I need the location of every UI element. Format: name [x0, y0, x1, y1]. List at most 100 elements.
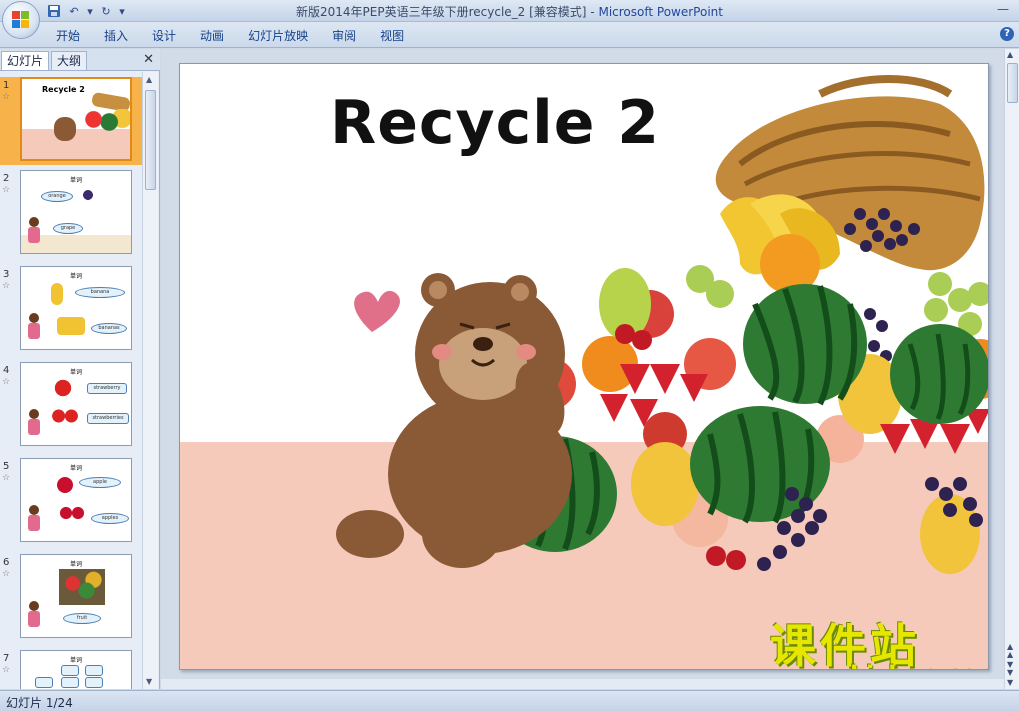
slide-edit-area: Recycle 2 课件站 www.kjzhan.com	[161, 49, 1004, 689]
scroll-up-icon[interactable]: ▲	[1007, 51, 1013, 59]
slide-preview-title: 单词	[69, 273, 82, 280]
apples-image	[57, 503, 87, 523]
word-label	[35, 677, 53, 688]
heart-image	[354, 290, 400, 332]
slide-preview-title: 单词	[69, 657, 82, 664]
slide-number: 7	[3, 653, 10, 664]
word-bubble: grape	[53, 223, 83, 234]
word-bubble: bananas	[91, 323, 127, 334]
star-icon: ☆	[2, 92, 11, 102]
slide-number: 6	[3, 557, 10, 568]
horizontal-scrollbar[interactable]	[161, 679, 1004, 689]
window-title: 新版2014年PEP英语三年级下册recycle_2 [兼容模式] - Micr…	[0, 3, 1019, 20]
ribbon-tabs: 开始 插入 设计 动画 幻灯片放映 审阅 视图	[44, 27, 416, 45]
word-bubble: fruit	[63, 613, 101, 624]
grape-image	[79, 187, 97, 203]
banana-image	[51, 283, 63, 305]
slide-preview: 单词 orange grape	[20, 170, 132, 254]
strawberries-image	[49, 405, 81, 427]
tab-review[interactable]: 审阅	[320, 27, 368, 45]
scroll-up-icon[interactable]: ▲	[146, 75, 152, 84]
slide-preview: 单词 fruit	[20, 554, 132, 638]
slide-preview: 单词 strawberry strawberries	[20, 362, 132, 446]
slide-number: 1	[3, 80, 10, 91]
slides-panel: 幻灯片 大纲 ✕ 1 ☆ Recycle 2 2 ☆ 单词 orange gra…	[0, 49, 160, 689]
scroll-down-icon[interactable]: ▼	[146, 677, 152, 686]
document-name: 新版2014年PEP英语三年级下册recycle_2 [兼容模式]	[296, 5, 587, 19]
scrollbar-thumb[interactable]	[1007, 63, 1018, 103]
app-name: Microsoft PowerPoint	[598, 5, 723, 19]
girl-image	[27, 313, 41, 343]
title-bar: ↶ ▾ ↻ ▾ 新版2014年PEP英语三年级下册recycle_2 [兼容模式…	[0, 0, 1019, 22]
star-icon: ☆	[2, 569, 11, 579]
slide-preview: 单词	[20, 650, 132, 689]
slide-thumbnails: 1 ☆ Recycle 2 2 ☆ 单词 orange grape 3 ☆ 单词…	[0, 72, 142, 689]
tab-view[interactable]: 视图	[368, 27, 416, 45]
bananas-image	[57, 317, 85, 335]
slide-thumbnail-7[interactable]: 7 ☆ 单词	[0, 650, 142, 689]
tab-outline[interactable]: 大纲	[51, 51, 88, 70]
ribbon: 开始 插入 设计 动画 幻灯片放映 审阅 视图 ?	[0, 22, 1019, 48]
word-label	[61, 665, 79, 676]
watermelons-image	[493, 284, 988, 552]
help-icon[interactable]: ?	[1000, 27, 1014, 41]
bear-image	[54, 117, 76, 141]
star-icon: ☆	[2, 185, 11, 195]
word-bubble: apple	[79, 477, 121, 488]
tab-slideshow[interactable]: 幻灯片放映	[236, 27, 320, 45]
word-bubble: apples	[91, 513, 129, 524]
slide-number: 3	[3, 269, 10, 280]
panel-tabs: 幻灯片 大纲 ✕	[0, 49, 160, 71]
slide-preview: Recycle 2	[20, 77, 132, 161]
slide-counter: 幻灯片 1/24	[6, 696, 73, 710]
slide-preview-title: 单词	[69, 369, 82, 376]
tab-slides[interactable]: 幻灯片	[1, 51, 50, 70]
word-label: strawberry	[87, 383, 127, 394]
office-button[interactable]	[2, 1, 40, 39]
watermark-url: www.kjzhan.com	[776, 661, 988, 669]
slide-preview-title: 单词	[69, 465, 82, 472]
slide-thumbnail-5[interactable]: 5 ☆ 单词 apple apples	[0, 458, 142, 546]
minimize-icon[interactable]: —	[995, 2, 1011, 16]
slide-title[interactable]: Recycle 2	[330, 88, 660, 158]
slide-thumbnail-6[interactable]: 6 ☆ 单词 fruit	[0, 554, 142, 642]
star-icon: ☆	[2, 473, 11, 483]
star-icon: ☆	[2, 281, 11, 291]
fruit-pile-image	[78, 109, 130, 135]
slide-thumbnail-3[interactable]: 3 ☆ 单词 banana bananas	[0, 266, 142, 354]
star-icon: ☆	[2, 665, 11, 675]
slide-preview: 单词 apple apples	[20, 458, 132, 542]
status-bar: 幻灯片 1/24	[0, 690, 1019, 711]
scrollbar-thumb[interactable]	[145, 90, 156, 190]
fruit-image	[59, 569, 105, 605]
slide-canvas[interactable]: Recycle 2 课件站 www.kjzhan.com	[179, 63, 989, 670]
word-label: strawberries	[87, 413, 129, 424]
strawberry-image	[49, 377, 77, 399]
slide-vertical-scrollbar[interactable]: ▲ ▲ ▲ ▼ ▼ ▼	[1004, 49, 1019, 689]
next-slide-icon[interactable]: ▼ ▼	[1007, 661, 1013, 677]
girl-image	[27, 601, 41, 631]
slide-number: 2	[3, 173, 10, 184]
close-icon[interactable]: ✕	[143, 52, 154, 67]
slides-scrollbar[interactable]: ▲ ▼	[142, 72, 158, 689]
previous-slide-icon[interactable]: ▲ ▲	[1007, 643, 1013, 659]
tab-insert[interactable]: 插入	[92, 27, 140, 45]
slide-preview-title: Recycle 2	[42, 85, 85, 94]
tab-home[interactable]: 开始	[44, 27, 92, 45]
title-separator: -	[586, 5, 599, 19]
slide-preview-title: 单词	[69, 177, 82, 184]
word-bubble: banana	[75, 287, 125, 298]
office-logo-icon	[12, 11, 30, 29]
slide-number: 4	[3, 365, 10, 376]
girl-image	[27, 505, 41, 535]
star-icon: ☆	[2, 377, 11, 387]
slide-thumbnail-1[interactable]: 1 ☆ Recycle 2	[0, 77, 142, 165]
word-label	[85, 677, 103, 688]
tab-design[interactable]: 设计	[140, 27, 188, 45]
slide-thumbnail-2[interactable]: 2 ☆ 单词 orange grape	[0, 170, 142, 258]
slide-thumbnail-4[interactable]: 4 ☆ 单词 strawberry strawberries	[0, 362, 142, 450]
tab-animations[interactable]: 动画	[188, 27, 236, 45]
scroll-down-icon[interactable]: ▼	[1007, 679, 1013, 687]
slide-preview: 单词 banana bananas	[20, 266, 132, 350]
girl-image	[27, 217, 41, 247]
